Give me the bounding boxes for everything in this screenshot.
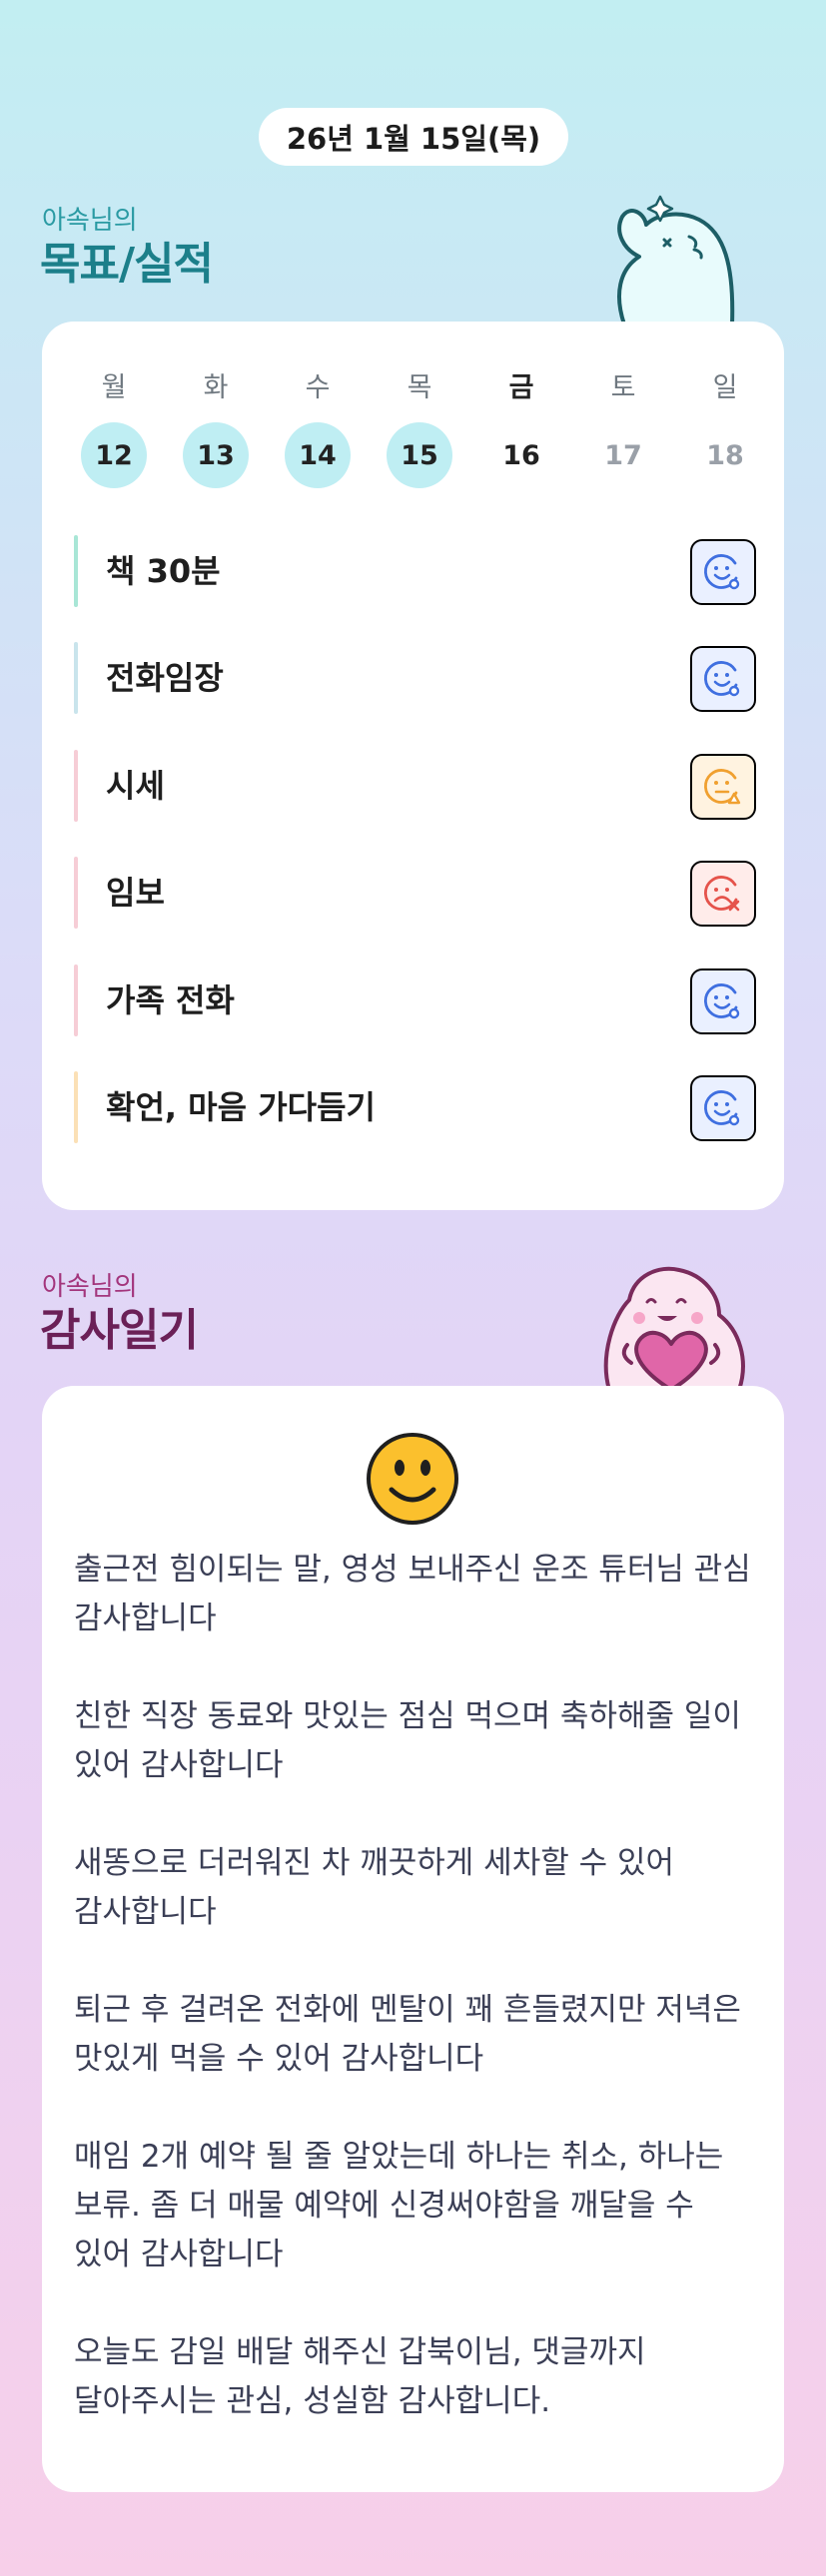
week-day-18[interactable]: 일 18 (690, 368, 760, 488)
goal-row[interactable]: 전화임장 (74, 642, 756, 714)
sad-x-icon[interactable] (690, 861, 756, 927)
goal-color-bar (74, 1071, 78, 1143)
week-day-number: 16 (502, 439, 540, 471)
week-day-name: 화 (203, 372, 229, 403)
gratitude-entry: 새똥으로 더러워진 차 깨끗하게 세차할 수 있어 감사합니다 (74, 1845, 675, 1930)
goal-color-bar (74, 857, 78, 929)
smile-circle-icon[interactable] (690, 968, 756, 1034)
goal-label: 임보 (106, 874, 165, 912)
week-day-name: 금 (508, 372, 534, 403)
heart-ghost-mascot-icon (603, 1266, 745, 1390)
gratitude-card: 출근전 힘이되는 말, 영성 보내주신 운조 튜터님 관심 감사합니다친한 직장… (42, 1386, 784, 2492)
week-day-number: 13 (183, 422, 249, 488)
week-day-13[interactable]: 화 13 (181, 368, 251, 488)
week-day-number: 14 (285, 422, 351, 488)
week-day-15[interactable]: 목 15 (385, 368, 454, 488)
gratitude-section-title: 감사일기 (40, 1305, 199, 1356)
date-pill[interactable]: 26년 1월 15일(목) (259, 108, 568, 166)
goals-card: 월 12 화 13 수 14 목 15 금 16 토 17 일 18 책 30분전화임장시세임보가족 전화… (42, 322, 784, 1210)
smile-circle-icon[interactable] (690, 1075, 756, 1141)
gratitude-entry: 퇴근 후 걸려온 전화에 멘탈이 꽤 흔들렸지만 저녁은 맛있게 먹을 수 있어… (74, 1992, 741, 2077)
goal-row[interactable]: 임보 (74, 857, 756, 929)
week-day-16[interactable]: 금 16 (486, 368, 556, 488)
week-day-name: 월 (101, 372, 127, 403)
goal-row[interactable]: 확언, 마음 가다듬기 (74, 1071, 756, 1143)
goal-label: 전화임장 (106, 659, 224, 697)
week-strip: 월 12 화 13 수 14 목 15 금 16 토 17 일 18 (42, 368, 784, 498)
gratitude-diary: 출근전 힘이되는 말, 영성 보내주신 운조 튜터님 관심 감사합니다친한 직장… (74, 1546, 753, 2426)
week-day-number: 18 (706, 439, 744, 471)
neutral-triangle-icon[interactable] (690, 754, 756, 820)
goal-row[interactable]: 가족 전화 (74, 965, 756, 1036)
gratitude-entry: 매임 2개 예약 될 줄 알았는데 하나는 취소, 하나는 보류. 좀 더 매물… (74, 2139, 724, 2272)
goal-label: 책 30분 (106, 552, 221, 590)
goal-label: 확언, 마음 가다듬기 (106, 1088, 376, 1126)
week-day-name: 토 (610, 372, 636, 403)
gratitude-entry: 친한 직장 동료와 맛있는 점심 먹으며 축하해줄 일이 있어 감사합니다 (74, 1698, 741, 1783)
week-day-number: 17 (604, 439, 642, 471)
goal-label: 시세 (106, 767, 165, 805)
week-day-14[interactable]: 수 14 (283, 368, 353, 488)
week-day-name: 목 (407, 372, 432, 403)
week-day-number: 15 (387, 422, 452, 488)
goal-color-bar (74, 750, 78, 822)
week-day-name: 일 (712, 372, 738, 403)
week-day-17[interactable]: 토 17 (588, 368, 658, 488)
smile-circle-icon[interactable] (690, 539, 756, 605)
goals-section-title: 목표/실적 (40, 239, 214, 290)
goal-row[interactable]: 시세 (74, 750, 756, 822)
goal-color-bar (74, 642, 78, 714)
goal-label: 가족 전화 (106, 981, 235, 1019)
week-day-number: 12 (81, 422, 147, 488)
goal-color-bar (74, 965, 78, 1036)
week-day-12[interactable]: 월 12 (79, 368, 149, 488)
waving-ghost-mascot-icon (617, 195, 735, 324)
week-day-name: 수 (305, 372, 331, 403)
gratitude-entry: 오늘도 감일 배달 해주신 갑북이님, 댓글까지 달아주시는 관심, 성실함 감… (74, 2334, 646, 2419)
goal-color-bar (74, 535, 78, 607)
goal-row[interactable]: 책 30분 (74, 535, 756, 607)
smiley-face-icon (367, 1433, 458, 1525)
gratitude-entry: 출근전 힘이되는 말, 영성 보내주신 운조 튜터님 관심 감사합니다 (74, 1552, 751, 1636)
smile-circle-icon[interactable] (690, 646, 756, 712)
